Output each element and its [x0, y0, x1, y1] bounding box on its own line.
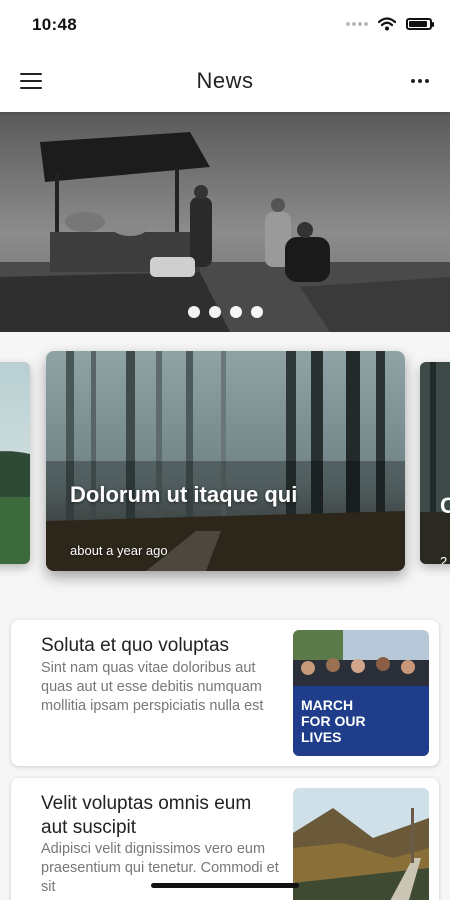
more-options-icon[interactable]: [406, 72, 434, 90]
menu-icon[interactable]: [20, 68, 48, 94]
featured-card-next[interactable]: C 2: [420, 362, 450, 564]
status-icons: [346, 17, 434, 31]
status-time: 10:48: [32, 15, 77, 34]
article-card[interactable]: Velit voluptas omnis eum aut suscipit Ad…: [11, 778, 439, 900]
slide-dot[interactable]: [208, 306, 221, 318]
featured-date: about a year ago: [70, 543, 168, 558]
dark-forest-image: [420, 362, 450, 564]
featured-title: Dolorum ut itaque qui: [70, 482, 298, 507]
slide-indicator: [0, 306, 450, 318]
home-indicator[interactable]: [151, 883, 299, 888]
svg-text:MARCH: MARCH: [301, 697, 353, 713]
next-featured-date: 2: [440, 554, 448, 564]
wifi-icon: [378, 17, 396, 31]
march-for-our-lives-photo: MARCH FOR OUR LIVES: [293, 630, 429, 756]
featured-card[interactable]: Dolorum ut itaque qui about a year ago: [46, 351, 405, 571]
slide-dot[interactable]: [187, 306, 200, 318]
next-featured-title: C: [440, 493, 450, 518]
article-excerpt: Adipisci velit dignissimos vero eum prae…: [41, 841, 279, 895]
app-bar: News: [0, 50, 450, 112]
landscape-image: [0, 362, 30, 564]
slide-dot[interactable]: [229, 306, 242, 318]
status-bar: 10:48: [0, 0, 450, 50]
article-title: Velit voluptas omnis eum aut suscipit: [41, 793, 252, 838]
svg-text:LIVES: LIVES: [301, 729, 341, 745]
article-title: Soluta et quo voluptas: [41, 635, 230, 656]
article-card[interactable]: Soluta et quo voluptas Sint nam quas vit…: [11, 620, 439, 766]
article-excerpt: Sint nam quas vitae doloribus aut quas a…: [41, 660, 264, 714]
signal-icon: [346, 22, 368, 26]
mountain-road-photo: [293, 788, 429, 900]
article-list: Soluta et quo voluptas Sint nam quas vit…: [0, 602, 450, 900]
battery-icon: [406, 18, 434, 30]
hero-carousel[interactable]: [0, 112, 450, 332]
forest-image: [46, 351, 405, 571]
featured-carousel: Dolorum ut itaque qui about a year ago C…: [0, 332, 450, 602]
slide-dot[interactable]: [250, 306, 263, 318]
hero-image: [0, 112, 450, 332]
svg-text:FOR OUR: FOR OUR: [301, 713, 366, 729]
page-title: News: [196, 68, 254, 93]
featured-card-previous[interactable]: [0, 362, 30, 564]
